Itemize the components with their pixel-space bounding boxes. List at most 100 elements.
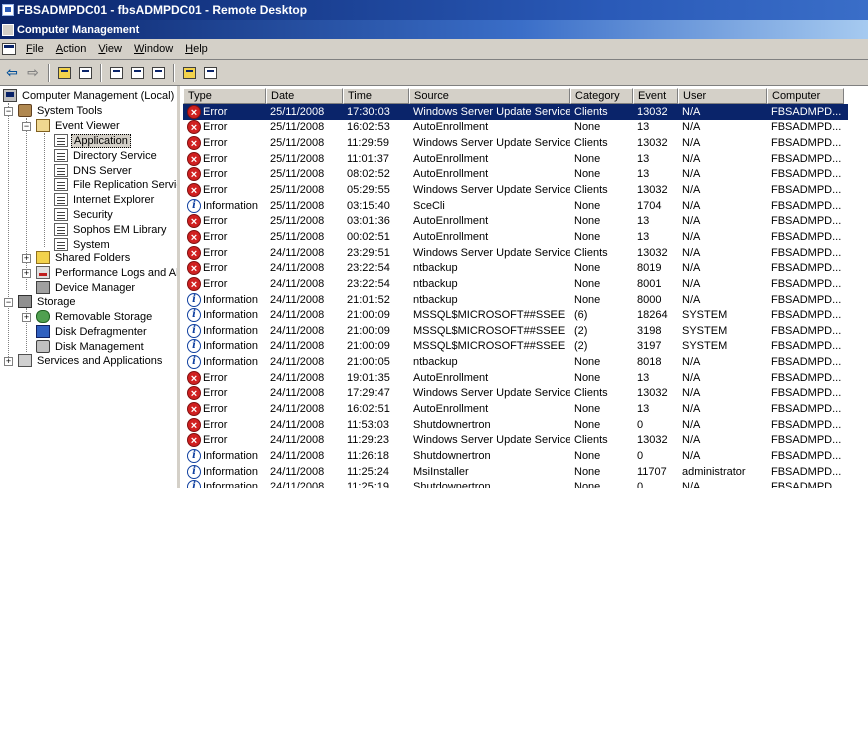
table-row[interactable]: × Error 24/11/2008 23:29:51 Windows Server U… (183, 245, 848, 261)
table-row[interactable]: i Information 25/11/2008 03:15:40 SceCli None… (183, 198, 848, 214)
tree-system-tools[interactable]: System Tools (18, 103, 104, 118)
column-header-computer[interactable]: Computer (767, 88, 844, 104)
column-header-user[interactable]: User (678, 88, 767, 104)
cell-category: None (574, 262, 601, 275)
table-row[interactable]: × Error 25/11/2008 05:29:55 Windows Server U… (183, 182, 848, 198)
table-row[interactable]: × Error 25/11/2008 16:02:53 AutoEnrollment No… (183, 120, 848, 136)
table-row[interactable]: i Information 24/11/2008 11:26:18 Shutdowner… (183, 448, 848, 464)
cell-category: None (574, 356, 601, 369)
table-row[interactable]: × Error 24/11/2008 16:02:51 AutoEnrollment No… (183, 401, 848, 417)
cell-date: 25/11/2008 (270, 137, 325, 150)
cell-date: 24/11/2008 (270, 356, 325, 369)
error-icon: × (187, 167, 201, 182)
cell-category: None (574, 215, 601, 228)
back-arrow-icon[interactable]: ⇦ (2, 63, 22, 83)
error-icon: × (187, 370, 201, 385)
show-hide-tree-icon[interactable] (75, 63, 95, 83)
event-type-label: Error (203, 152, 228, 165)
menu-help[interactable]: Help (179, 43, 214, 55)
system-menu-icon[interactable] (2, 43, 16, 55)
export-list-icon[interactable] (148, 63, 168, 83)
collapse-system-tools-icon[interactable]: − (4, 107, 13, 116)
expand-services-icon[interactable]: + (4, 357, 13, 366)
table-row[interactable]: i Information 24/11/2008 21:00:09 MSSQL$MICR… (183, 307, 848, 323)
cell-user: N/A (682, 199, 701, 212)
forward-arrow-icon[interactable]: ⇨ (23, 63, 43, 83)
event-type-label: Error (203, 434, 228, 447)
up-one-level-icon[interactable] (54, 63, 74, 83)
tree-removable-storage[interactable]: Removable Storage (36, 309, 154, 324)
tree-log-file-replication[interactable]: File Replication Service (54, 177, 177, 192)
table-row[interactable]: i Information 24/11/2008 11:25:24 MsiInstall… (183, 464, 848, 480)
cell-category: (6) (574, 309, 588, 322)
tree-disk-management[interactable]: Disk Management (36, 339, 146, 354)
table-row[interactable]: i Information 24/11/2008 21:00:09 MSSQL$MICR… (183, 323, 848, 339)
tree-storage[interactable]: Storage (18, 294, 78, 309)
table-row[interactable]: i Information 24/11/2008 21:00:05 ntbackup No… (183, 354, 848, 370)
information-icon: i (187, 292, 201, 307)
tree-device-manager[interactable]: Device Manager (36, 280, 137, 295)
collapse-storage-icon[interactable]: − (4, 298, 13, 307)
tree-event-viewer[interactable]: Event Viewer (36, 118, 122, 133)
table-row[interactable]: × Error 25/11/2008 08:02:52 AutoEnrollment No… (183, 167, 848, 183)
event-log-icon (54, 193, 68, 206)
expand-perf-logs-icon[interactable]: + (22, 269, 31, 278)
column-header-category[interactable]: Category (570, 88, 633, 104)
properties-icon[interactable] (106, 63, 126, 83)
cell-user: N/A (682, 246, 701, 259)
refresh-icon[interactable] (127, 63, 147, 83)
tree-label: Security (73, 208, 113, 221)
toolbar: ⇦ ⇨ (0, 60, 868, 86)
cell-user: administrator (682, 465, 746, 478)
table-row[interactable]: × Error 24/11/2008 23:22:54 ntbackup None 8001… (183, 276, 848, 292)
remote-desktop-titlebar[interactable]: FBSADMPDC01 - fbsADMPDC01 - Remote Deskt… (0, 0, 868, 20)
table-row[interactable]: × Error 24/11/2008 11:29:23 Windows Server U… (183, 432, 848, 448)
table-row[interactable]: × Error 25/11/2008 17:30:03 Windows Server U… (183, 104, 848, 120)
menu-action[interactable]: Action (50, 43, 93, 55)
storage-icon (18, 295, 32, 308)
cell-computer: FBSADMPD... (771, 168, 842, 181)
expand-removable-storage-icon[interactable]: + (22, 313, 31, 322)
tree-log-application[interactable]: Application (54, 133, 131, 148)
menu-file[interactable]: File (20, 43, 50, 55)
table-row[interactable]: × Error 25/11/2008 11:01:37 AutoEnrollment No… (183, 151, 848, 167)
table-row[interactable]: i Information 24/11/2008 11:25:19 Shutdowner… (183, 479, 848, 488)
cell-computer: FBSADMPD... (771, 137, 842, 150)
tree-log-directory-service[interactable]: Directory Service (54, 148, 159, 163)
tree-log-sophos[interactable]: Sophos EM Library (54, 222, 169, 237)
table-row[interactable]: i Information 24/11/2008 21:01:52 ntbackup No… (183, 292, 848, 308)
menu-window[interactable]: Window (128, 43, 179, 55)
tree-log-internet-explorer[interactable]: Internet Explorer (54, 192, 156, 207)
tree-performance-logs[interactable]: Performance Logs and Alerts (36, 265, 177, 280)
column-header-type[interactable]: Type (183, 88, 266, 104)
tree-log-dns-server[interactable]: DNS Server (54, 163, 134, 178)
table-row[interactable]: × Error 25/11/2008 11:29:59 Windows Server U… (183, 135, 848, 151)
cell-source: AutoEnrollment (413, 230, 489, 243)
menu-view[interactable]: View (92, 43, 128, 55)
help-icon[interactable] (179, 63, 199, 83)
cell-type: i Information (183, 339, 266, 354)
column-header-date[interactable]: Date (266, 88, 343, 104)
collapse-event-viewer-icon[interactable]: − (22, 122, 31, 131)
table-row[interactable]: × Error 24/11/2008 19:01:35 AutoEnrollment No… (183, 370, 848, 386)
table-row[interactable]: × Error 24/11/2008 23:22:54 ntbackup None 8019… (183, 260, 848, 276)
table-row[interactable]: × Error 25/11/2008 00:02:51 AutoEnrollment No… (183, 229, 848, 245)
expand-shared-folders-icon[interactable]: + (22, 254, 31, 263)
column-header-time[interactable]: Time (343, 88, 409, 104)
column-header-source[interactable]: Source (409, 88, 570, 104)
tree-services-and-applications[interactable]: Services and Applications (18, 353, 164, 368)
table-row[interactable]: × Error 24/11/2008 17:29:47 Windows Server U… (183, 386, 848, 402)
tree-disk-defragmenter[interactable]: Disk Defragmenter (36, 324, 149, 339)
table-row[interactable]: × Error 24/11/2008 11:53:03 Shutdownertron No… (183, 417, 848, 433)
show-hide-action-pane-icon[interactable] (200, 63, 220, 83)
computer-management-titlebar[interactable]: Computer Management (0, 20, 868, 39)
tree-computer-management[interactable]: Computer Management (Local) (3, 88, 176, 103)
cell-user: N/A (682, 152, 701, 165)
table-row[interactable]: i Information 24/11/2008 21:00:09 MSSQL$MICR… (183, 339, 848, 355)
table-row[interactable]: × Error 25/11/2008 03:01:36 AutoEnrollment No… (183, 213, 848, 229)
column-header-event[interactable]: Event (633, 88, 678, 104)
tree-log-security[interactable]: Security (54, 207, 115, 222)
cell-computer: FBSADMPD... (771, 402, 842, 415)
cell-source: ntbackup (413, 277, 458, 290)
tree-shared-folders[interactable]: Shared Folders (36, 250, 132, 265)
